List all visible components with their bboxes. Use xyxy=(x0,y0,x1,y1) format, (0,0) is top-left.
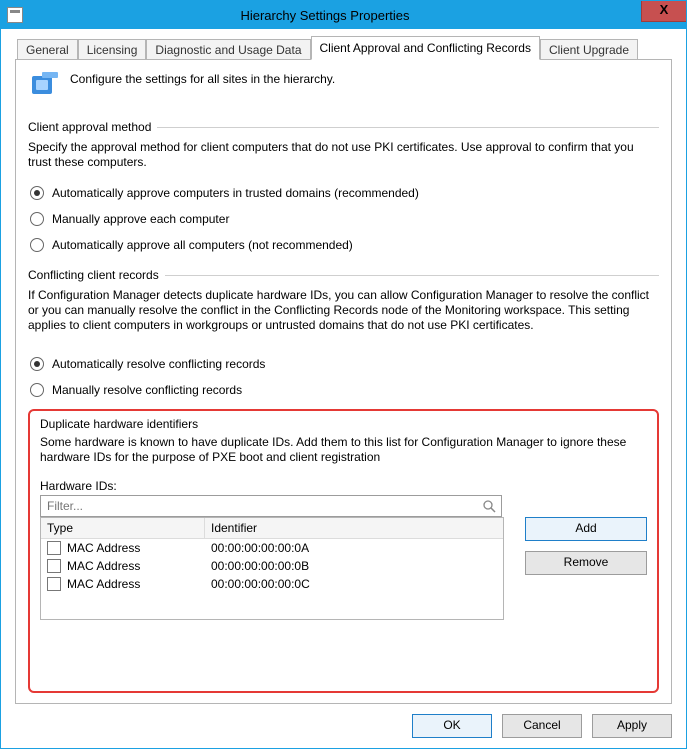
radio-label: Automatically approve all computers (not… xyxy=(52,238,353,252)
table-row[interactable]: MAC Address 00:00:00:00:00:0A xyxy=(41,539,503,557)
row-checkbox[interactable] xyxy=(47,541,61,555)
tab-client-approval[interactable]: Client Approval and Conflicting Records xyxy=(311,36,540,60)
cell-type: MAC Address xyxy=(41,541,205,555)
cell-type: MAC Address xyxy=(41,577,205,591)
remove-button[interactable]: Remove xyxy=(525,551,647,575)
filter-wrap xyxy=(40,495,502,517)
type-text: MAC Address xyxy=(67,559,140,573)
titlebar[interactable]: Hierarchy Settings Properties X xyxy=(1,1,686,29)
table-row[interactable]: MAC Address 00:00:00:00:00:0B xyxy=(41,557,503,575)
tab-diagnostic[interactable]: Diagnostic and Usage Data xyxy=(146,39,310,60)
table-row[interactable]: MAC Address 00:00:00:00:00:0C xyxy=(41,575,503,593)
radio-icon xyxy=(30,357,44,371)
close-icon: X xyxy=(660,2,669,17)
window-title: Hierarchy Settings Properties xyxy=(9,8,641,23)
tab-client-upgrade[interactable]: Client Upgrade xyxy=(540,39,638,60)
apply-button[interactable]: Apply xyxy=(592,714,672,738)
radio-approve-trusted[interactable]: Automatically approve computers in trust… xyxy=(28,186,659,200)
row-checkbox[interactable] xyxy=(47,559,61,573)
tab-general[interactable]: General xyxy=(17,39,78,60)
radio-icon xyxy=(30,238,44,252)
divider xyxy=(165,275,659,276)
radio-conflict-auto[interactable]: Automatically resolve conflicting record… xyxy=(28,357,659,371)
tab-panel: Configure the settings for all sites in … xyxy=(15,59,672,704)
radio-approve-all[interactable]: Automatically approve all computers (not… xyxy=(28,238,659,252)
radio-icon xyxy=(30,186,44,200)
radio-label: Manually resolve conflicting records xyxy=(52,383,242,397)
add-button[interactable]: Add xyxy=(525,517,647,541)
dialog-window: Hierarchy Settings Properties X General … xyxy=(0,0,687,749)
grid-wrap: Type Identifier MAC Address 00:00:00:00:0… xyxy=(40,495,502,620)
filter-input[interactable] xyxy=(40,495,502,517)
intro-row: Configure the settings for all sites in … xyxy=(28,70,659,102)
cell-identifier: 00:00:00:00:00:0C xyxy=(205,577,503,591)
tab-strip: General Licensing Diagnostic and Usage D… xyxy=(15,37,672,59)
hardware-ids-label: Hardware IDs: xyxy=(40,479,647,493)
hardware-ids-grid[interactable]: Type Identifier MAC Address 00:00:00:00:0… xyxy=(40,517,504,620)
type-text: MAC Address xyxy=(67,577,140,591)
intro-text: Configure the settings for all sites in … xyxy=(70,70,335,86)
ok-button[interactable]: OK xyxy=(412,714,492,738)
radio-approve-manual[interactable]: Manually approve each computer xyxy=(28,212,659,226)
client-area: General Licensing Diagnostic and Usage D… xyxy=(1,29,686,748)
search-icon[interactable] xyxy=(482,499,496,513)
close-button[interactable]: X xyxy=(641,1,686,22)
grid-body[interactable]: MAC Address 00:00:00:00:00:0A MAC Address 0… xyxy=(41,539,503,619)
col-type[interactable]: Type xyxy=(41,518,205,538)
radio-label: Automatically approve computers in trust… xyxy=(52,186,419,200)
radio-label: Manually approve each computer xyxy=(52,212,229,226)
col-identifier[interactable]: Identifier xyxy=(205,518,503,538)
duplicate-heading: Duplicate hardware identifiers xyxy=(40,417,647,431)
side-buttons: Add Remove xyxy=(512,495,647,575)
radio-icon xyxy=(30,212,44,226)
grid-header[interactable]: Type Identifier xyxy=(41,517,503,539)
conflict-desc: If Configuration Manager detects duplica… xyxy=(28,288,659,333)
hierarchy-icon xyxy=(28,70,60,102)
group-approval-heading: Client approval method xyxy=(28,120,659,134)
radio-icon xyxy=(30,383,44,397)
radio-label: Automatically resolve conflicting record… xyxy=(52,357,265,371)
duplicate-hwid-section: Duplicate hardware identifiers Some hard… xyxy=(28,409,659,693)
type-text: MAC Address xyxy=(67,541,140,555)
approval-desc: Specify the approval method for client c… xyxy=(28,140,659,170)
cell-identifier: 00:00:00:00:00:0A xyxy=(205,541,503,555)
tab-licensing[interactable]: Licensing xyxy=(78,39,147,60)
radio-conflict-manual[interactable]: Manually resolve conflicting records xyxy=(28,383,659,397)
divider xyxy=(157,127,659,128)
cancel-button[interactable]: Cancel xyxy=(502,714,582,738)
dialog-buttons: OK Cancel Apply xyxy=(15,704,672,738)
duplicate-desc: Some hardware is known to have duplicate… xyxy=(40,435,647,465)
group-conflict-heading: Conflicting client records xyxy=(28,268,659,282)
cell-type: MAC Address xyxy=(41,559,205,573)
row-checkbox[interactable] xyxy=(47,577,61,591)
grid-and-buttons: Type Identifier MAC Address 00:00:00:00:0… xyxy=(40,495,647,620)
sysmenu-icon[interactable] xyxy=(7,7,23,23)
cell-identifier: 00:00:00:00:00:0B xyxy=(205,559,503,573)
